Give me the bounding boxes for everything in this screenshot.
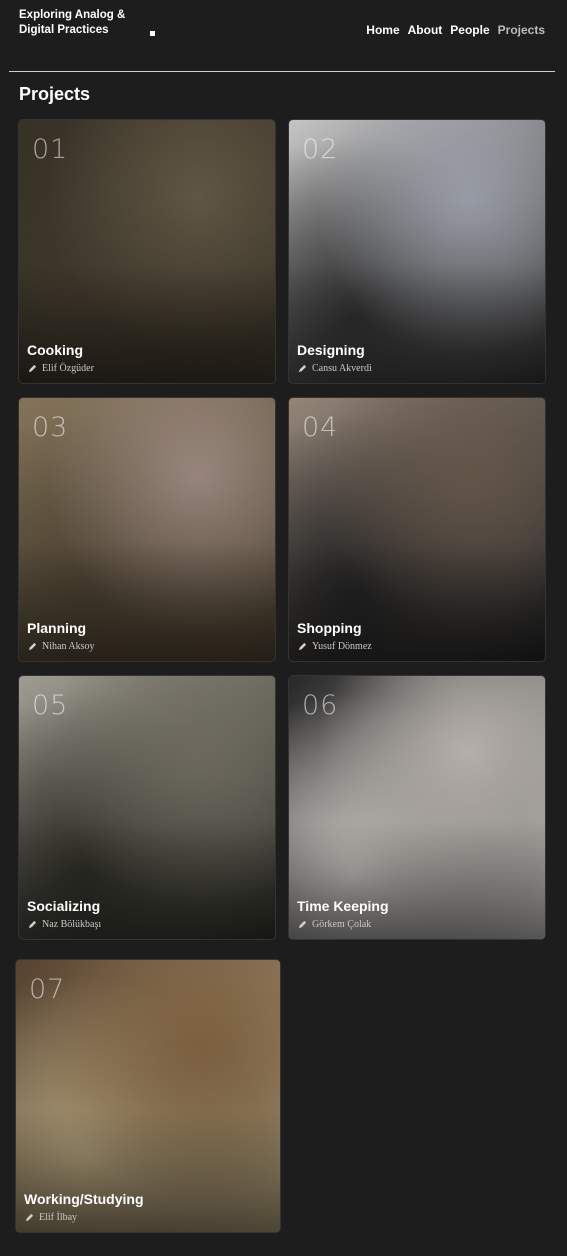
project-author-name: Elif İlbay: [39, 1212, 78, 1223]
project-author: Nihan Aksoy: [28, 641, 95, 652]
page-title: Projects: [19, 84, 91, 104]
project-number: 07: [29, 974, 66, 1005]
nav-item-people[interactable]: People: [450, 23, 489, 37]
project-author: Elif İlbay: [25, 1212, 77, 1223]
project-author-name: Nihan Aksoy: [42, 641, 95, 652]
project-title: Socializing: [27, 898, 101, 914]
site-title-line-1: Exploring Analog &: [19, 9, 126, 21]
project-author: Elif Özgüder: [28, 363, 94, 374]
nav-item-projects[interactable]: Projects: [498, 23, 545, 37]
project-title: Designing: [297, 342, 365, 358]
nav-item-home[interactable]: Home: [366, 23, 399, 37]
project-number: 06: [302, 690, 339, 721]
project-number: 05: [32, 690, 69, 721]
project-title: Time Keeping: [297, 898, 389, 914]
project-card-5[interactable]: 05 Socializing Naz Bölükbaşı: [19, 676, 275, 939]
project-card-2[interactable]: 02 Designing Cansu Akverdi: [289, 120, 545, 383]
title-dot-decoration: [150, 31, 155, 36]
site-title-line-2: Digital Practices: [19, 24, 109, 36]
project-author: Yusuf Dönmez: [298, 641, 372, 652]
project-number: 04: [302, 412, 339, 443]
pen-icon: [25, 1213, 34, 1222]
project-author-name: Elif Özgüder: [42, 363, 94, 374]
project-author: Görkem Çolak: [298, 919, 371, 930]
pen-icon: [298, 364, 307, 373]
pen-icon: [28, 364, 37, 373]
main-nav: Home About People Projects: [366, 23, 545, 37]
project-card-6[interactable]: 06 Time Keeping Görkem Çolak: [289, 676, 545, 939]
project-author: Cansu Akverdi: [298, 363, 372, 374]
project-author-name: Yusuf Dönmez: [312, 641, 372, 652]
project-number: 01: [32, 134, 69, 165]
nav-item-about[interactable]: About: [408, 23, 443, 37]
project-card-1[interactable]: 01 Cooking Elif Özgüder: [19, 120, 275, 383]
project-author-name: Naz Bölükbaşı: [42, 919, 102, 930]
project-author-name: Cansu Akverdi: [312, 363, 372, 374]
site-title[interactable]: Exploring Analog & Digital Practices: [19, 8, 125, 38]
project-title: Cooking: [27, 342, 83, 358]
project-title: Planning: [27, 620, 87, 636]
pen-icon: [28, 642, 37, 651]
pen-icon: [298, 920, 307, 929]
project-number: 03: [32, 412, 69, 443]
project-card-7[interactable]: 07 Working/Studying Elif İlbay: [16, 960, 280, 1232]
project-card-4[interactable]: 04 Shopping Yusuf Dönmez: [289, 398, 545, 661]
pen-icon: [28, 920, 37, 929]
project-author: Naz Bölükbaşı: [28, 919, 101, 930]
project-number: 02: [302, 134, 339, 165]
header-divider: [9, 71, 555, 72]
pen-icon: [298, 642, 307, 651]
project-card-3[interactable]: 03 Planning Nihan Aksoy: [19, 398, 275, 661]
project-title: Shopping: [297, 620, 362, 636]
project-title: Working/Studying: [24, 1191, 144, 1207]
project-author-name: Görkem Çolak: [312, 919, 372, 930]
